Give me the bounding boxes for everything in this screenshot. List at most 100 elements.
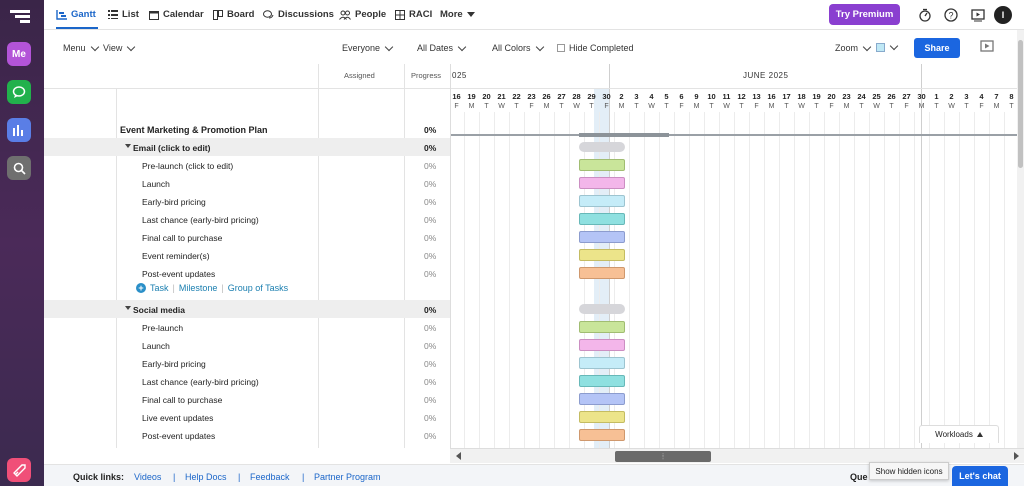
project-name[interactable]: Event Marketing & Promotion Plan [120,125,268,135]
tab-calendar[interactable]: Calendar [149,9,204,20]
colors-filter[interactable]: All Colors [492,42,544,53]
task-bar[interactable] [579,159,625,171]
task-row[interactable]: Last chance (early-bird pricing) 0% [44,210,450,228]
task-bar[interactable] [579,339,625,351]
tab-raci[interactable]: RACI [395,9,432,20]
group-summary-bar[interactable] [579,142,625,152]
color-picker[interactable] [876,41,899,52]
task-name[interactable]: Pre-launch [142,323,183,333]
task-row[interactable]: Final call to purchase 0% [44,228,450,246]
task-bar[interactable] [579,267,625,279]
task-row[interactable]: Launch 0% [44,174,450,192]
collapse-triangle-icon[interactable] [125,306,131,310]
task-bar[interactable] [579,249,625,261]
video-tutorial-icon[interactable] [971,8,985,22]
task-row[interactable]: Early-bird pricing 0% [44,192,450,210]
task-row[interactable]: Early-bird pricing 0% [44,354,450,372]
dates-filter[interactable]: All Dates [417,42,467,53]
project-summary-bar[interactable] [579,133,669,137]
task-bar[interactable] [579,411,625,423]
collapse-triangle-icon[interactable] [125,144,131,148]
task-name[interactable]: Launch [142,179,170,189]
task-name[interactable]: Last chance (early-bird pricing) [142,215,259,225]
tab-list[interactable]: List [108,9,139,20]
task-name[interactable]: Live event updates [142,413,213,423]
scroll-left-arrow-icon[interactable] [456,452,461,460]
workloads-panel-toggle[interactable]: Workloads [919,425,999,443]
presentation-icon[interactable] [980,40,994,53]
footer-link-feedback[interactable]: Feedback [250,472,290,482]
search-rail-button[interactable] [7,156,31,180]
task-row[interactable]: Event reminder(s) 0% [44,246,450,264]
footer-link-help-docs[interactable]: Help Docs [185,472,227,482]
view-dropdown[interactable]: View [103,42,136,53]
share-button[interactable]: Share [914,38,960,58]
task-row[interactable]: Live event updates 0% [44,408,450,426]
task-row[interactable]: Post-event updates 0% [44,264,450,282]
reports-rail-button[interactable] [7,118,31,142]
add-group-link[interactable]: Group of Tasks [228,283,288,293]
footer-link-partner-program[interactable]: Partner Program [314,472,381,482]
task-bar[interactable] [579,357,625,369]
help-icon[interactable]: ? [944,8,958,22]
task-bar[interactable] [579,429,625,441]
tab-discussions[interactable]: Discussions [263,9,334,20]
task-name[interactable]: Post-event updates [142,431,215,441]
hide-completed-checkbox[interactable] [557,44,565,52]
task-name[interactable]: Event reminder(s) [142,251,210,261]
scroll-right-arrow-icon[interactable] [1014,452,1019,460]
lets-chat-button[interactable]: Let's chat [952,466,1008,486]
horizontal-scrollbar[interactable]: ⦙ [450,448,1024,463]
task-bar[interactable] [579,375,625,387]
tab-people[interactable]: People [339,9,386,20]
task-bar[interactable] [579,177,625,189]
task-row[interactable]: Launch 0% [44,336,450,354]
rocket-rail-button[interactable] [7,458,31,482]
footer-link-videos[interactable]: Videos [134,472,161,482]
task-bar[interactable] [579,321,625,333]
task-name[interactable]: Launch [142,341,170,351]
task-row[interactable]: Pre-launch (click to edit) 0% [44,156,450,174]
zoom-dropdown[interactable]: Zoom [835,42,872,53]
task-bar[interactable] [579,213,625,225]
task-row[interactable]: Final call to purchase 0% [44,390,450,408]
task-name[interactable]: Last chance (early-bird pricing) [142,377,259,387]
tab-more[interactable]: More [440,9,475,20]
tab-board[interactable]: Board [213,9,254,20]
column-header-assigned[interactable]: Assigned [344,71,375,80]
task-name[interactable]: Early-bird pricing [142,197,206,207]
task-bar[interactable] [579,393,625,405]
column-header-progress[interactable]: Progress [411,71,441,80]
group-name[interactable]: Social media [133,305,185,315]
task-name[interactable]: Pre-launch (click to edit) [142,161,233,171]
add-plus-icon[interactable]: + [136,283,146,293]
add-task-link[interactable]: Task [150,283,169,293]
menu-dropdown[interactable]: Menu [63,42,99,53]
project-row[interactable]: Event Marketing & Promotion Plan 0% [44,120,450,138]
app-logo[interactable] [9,8,31,26]
task-name[interactable]: Final call to purchase [142,233,222,243]
vertical-scroll-thumb[interactable] [1018,40,1023,168]
task-row[interactable]: Post-event updates 0% [44,426,450,444]
task-row[interactable]: Pre-launch 0% [44,318,450,336]
task-name[interactable]: Post-event updates [142,269,215,279]
timer-icon[interactable] [918,8,932,22]
everyone-filter[interactable]: Everyone [342,42,394,53]
hide-completed-toggle[interactable]: Hide Completed [557,43,634,53]
task-name[interactable]: Early-bird pricing [142,359,206,369]
try-premium-button[interactable]: Try Premium [829,4,900,25]
group-row-social[interactable]: Social media 0% [44,300,450,318]
me-button[interactable]: Me [7,42,31,66]
task-row[interactable]: Last chance (early-bird pricing) 0% [44,372,450,390]
group-row-email[interactable]: Email (click to edit) 0% [44,138,450,156]
task-name[interactable]: Final call to purchase [142,395,222,405]
user-avatar[interactable]: I [994,6,1012,24]
group-name[interactable]: Email (click to edit) [133,143,210,153]
add-milestone-link[interactable]: Milestone [179,283,218,293]
group-summary-bar[interactable] [579,304,625,314]
chat-rail-button[interactable] [7,80,31,104]
task-bar[interactable] [579,231,625,243]
horizontal-scroll-thumb[interactable]: ⦙ [615,451,711,462]
tab-gantt[interactable]: Gantt [56,9,96,20]
task-bar[interactable] [579,195,625,207]
